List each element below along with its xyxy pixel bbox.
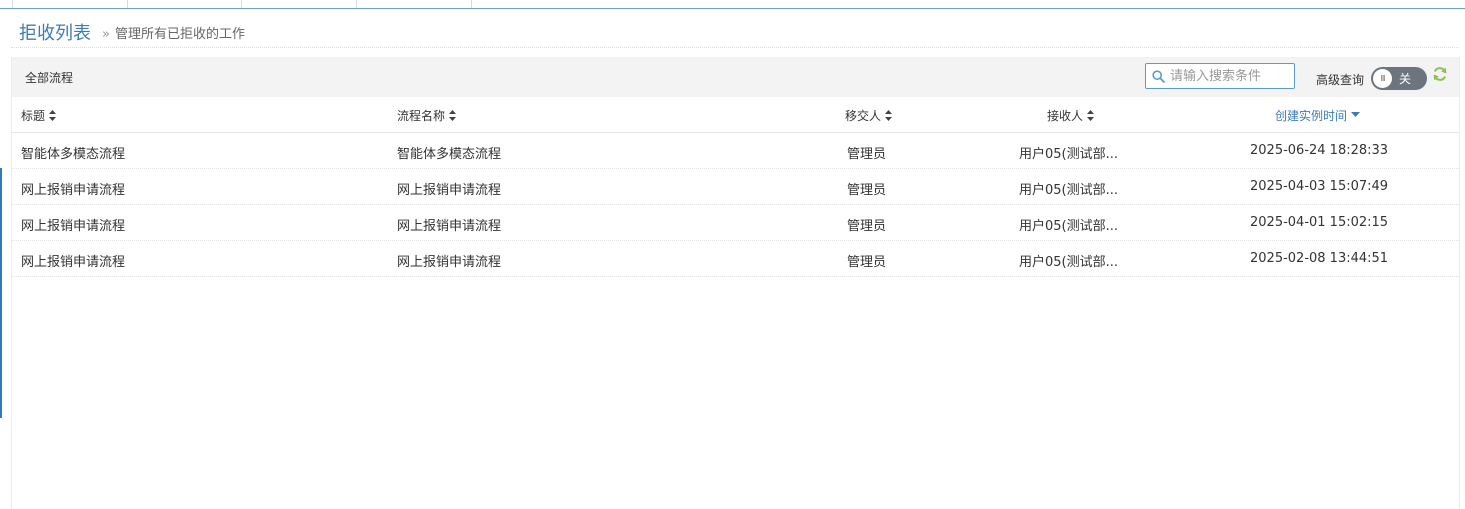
refresh-icon[interactable] [1432, 66, 1448, 82]
page-subtitle: » 管理所有已拒收的工作 [102, 23, 245, 42]
column-header-to[interactable]: 接收人 [1047, 107, 1095, 124]
top-tab-strip [0, 0, 1465, 9]
advanced-search-label: 高级查询 [1316, 73, 1365, 87]
cell-title[interactable]: 网上报销申请流程 [21, 215, 125, 234]
cell-process: 网上报销申请流程 [397, 183, 502, 198]
cell-title[interactable]: 网上报销申请流程 [21, 251, 125, 270]
cell-created-time: 2025-02-08 13:44:51 [1250, 251, 1389, 266]
search-box[interactable] [1145, 63, 1295, 89]
cell-from: 管理员 [847, 255, 887, 270]
tab-segment[interactable] [12, 0, 128, 8]
cell-from: 管理员 [847, 219, 887, 234]
page-description: 管理所有已拒收的工作 [114, 27, 245, 42]
column-header-process[interactable]: 流程名称 [397, 107, 457, 124]
toggle-state-label: 关 [1399, 72, 1412, 86]
cell-process: 智能体多模态流程 [397, 147, 502, 162]
rejected-work-table: 标题 流程名称 移交人 接收人 创建实例时间 智能体多模态流程 智能体多模态流程… [12, 97, 1459, 277]
toolbar: 全部流程 高级查询 III 关 [12, 57, 1459, 97]
cell-title[interactable]: 网上报销申请流程 [21, 179, 125, 198]
cell-to: 用户05(测试部... [1019, 183, 1119, 198]
cell-to: 用户05(测试部... [1019, 147, 1119, 162]
list-panel: 全部流程 高级查询 III 关 标题 流程名称 [11, 57, 1460, 509]
tab-segment[interactable] [356, 0, 472, 8]
sort-icon [49, 110, 57, 121]
cell-from: 管理员 [847, 147, 887, 162]
cell-process: 网上报销申请流程 [397, 219, 502, 234]
cell-created-time: 2025-04-03 15:07:49 [1250, 179, 1389, 194]
cell-from: 管理员 [847, 183, 887, 198]
cell-title[interactable]: 智能体多模态流程 [21, 143, 125, 162]
advanced-search-toggle[interactable]: III 关 [1371, 67, 1427, 90]
cell-created-time: 2025-06-24 18:28:33 [1250, 143, 1389, 158]
search-icon [1152, 70, 1165, 83]
column-header-title[interactable]: 标题 [21, 107, 57, 124]
column-header-from[interactable]: 移交人 [845, 107, 893, 124]
table-row[interactable]: 网上报销申请流程 网上报销申请流程 管理员 用户05(测试部... 2025-0… [12, 241, 1459, 277]
breadcrumb-separator: » [102, 27, 110, 42]
table-row[interactable]: 网上报销申请流程 网上报销申请流程 管理员 用户05(测试部... 2025-0… [12, 205, 1459, 241]
page-title: 拒收列表 [19, 23, 91, 44]
table-header: 标题 流程名称 移交人 接收人 创建实例时间 [12, 97, 1459, 133]
column-header-created-time[interactable]: 创建实例时间 [1275, 107, 1361, 124]
sort-icon [1087, 110, 1095, 121]
left-accent-bar [0, 168, 2, 418]
toggle-knob: III [1373, 69, 1392, 88]
sort-icon [885, 110, 893, 121]
cell-created-time: 2025-04-01 15:02:15 [1250, 215, 1389, 230]
tab-segment[interactable] [127, 0, 242, 8]
tab-segment[interactable] [241, 0, 357, 8]
table-row[interactable]: 网上报销申请流程 网上报销申请流程 管理员 用户05(测试部... 2025-0… [12, 169, 1459, 205]
cell-process: 网上报销申请流程 [397, 255, 502, 270]
page-header: 拒收列表 » 管理所有已拒收的工作 [11, 9, 1459, 48]
toolbar-title: 全部流程 [25, 71, 74, 85]
sort-icon [449, 110, 457, 121]
search-input[interactable] [1170, 67, 1290, 85]
cell-to: 用户05(测试部... [1019, 219, 1119, 234]
table-row[interactable]: 智能体多模态流程 智能体多模态流程 管理员 用户05(测试部... 2025-0… [12, 133, 1459, 169]
cell-to: 用户05(测试部... [1019, 255, 1119, 270]
sort-desc-icon [1351, 112, 1361, 117]
